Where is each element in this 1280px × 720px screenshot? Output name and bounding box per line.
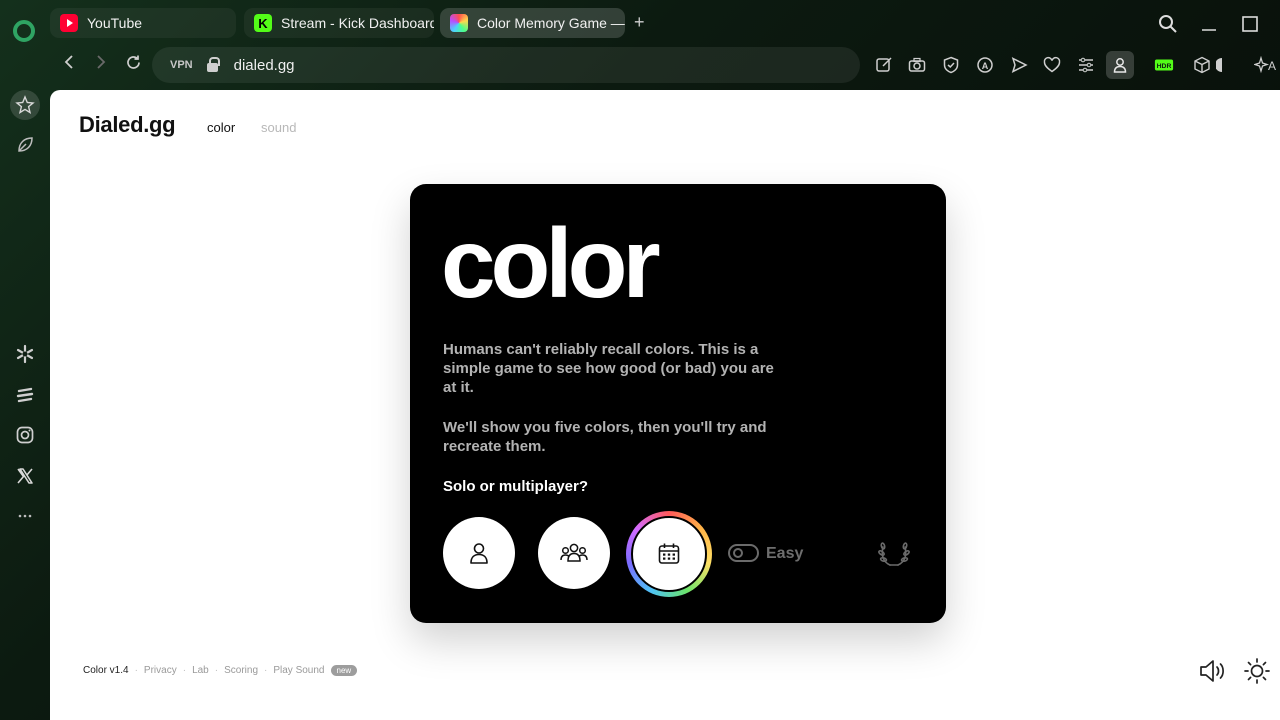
tab-bar: YouTube K Stream - Kick Dashboard Color … bbox=[0, 0, 1280, 46]
speaker-icon[interactable] bbox=[1198, 658, 1228, 684]
nav-link-color[interactable]: color bbox=[207, 120, 235, 135]
svg-text:A: A bbox=[1268, 59, 1276, 73]
camera-icon[interactable] bbox=[907, 55, 927, 75]
daily-mode-button[interactable] bbox=[626, 511, 712, 597]
address-bar[interactable]: VPN dialed.gg bbox=[152, 47, 860, 83]
description-intro: Humans can't reliably recall colors. Thi… bbox=[443, 341, 774, 396]
leaderboard-laurel-icon[interactable] bbox=[878, 540, 910, 568]
profile-icon[interactable] bbox=[1106, 51, 1134, 79]
footer-separator: · bbox=[182, 665, 187, 676]
edit-icon[interactable] bbox=[874, 55, 894, 75]
browser-logo-icon[interactable] bbox=[13, 20, 35, 42]
footer-link-lab[interactable]: Lab bbox=[192, 665, 209, 676]
daily-calendar-icon bbox=[658, 543, 680, 564]
cube-icon[interactable] bbox=[1192, 55, 1212, 75]
url-text[interactable]: dialed.gg bbox=[234, 57, 295, 74]
nav-link-sound[interactable]: sound bbox=[261, 120, 296, 135]
tab-label: Stream - Kick Dashboard bbox=[281, 15, 434, 31]
tab-label: YouTube bbox=[87, 15, 143, 31]
solo-icon bbox=[470, 543, 488, 564]
theme-sun-icon[interactable] bbox=[1243, 657, 1271, 685]
tab-label: Color Memory Game — bbox=[477, 15, 625, 31]
send-icon[interactable] bbox=[1009, 55, 1029, 75]
difficulty-toggle[interactable] bbox=[728, 544, 759, 562]
daily-button-inner bbox=[631, 516, 707, 592]
settings-sliders-icon[interactable] bbox=[1076, 55, 1096, 75]
footer-separator: · bbox=[214, 665, 219, 676]
color-wheel-icon bbox=[450, 14, 468, 32]
version-label: Color v1.4 bbox=[83, 665, 129, 676]
tab-kick-dashboard[interactable]: K Stream - Kick Dashboard bbox=[244, 8, 434, 38]
page-content: Dialed.gg color sound color Humans can't… bbox=[50, 90, 1280, 720]
svg-text:A: A bbox=[982, 61, 989, 71]
heart-icon[interactable] bbox=[1042, 55, 1062, 75]
site-logo[interactable]: Dialed.gg bbox=[79, 112, 176, 138]
shield-icon[interactable] bbox=[941, 55, 961, 75]
x-twitter-icon[interactable] bbox=[11, 462, 39, 490]
new-tab-button[interactable]: + bbox=[634, 12, 645, 33]
leaf-icon[interactable] bbox=[11, 131, 39, 159]
reload-icon[interactable] bbox=[125, 54, 142, 76]
vpn-badge[interactable]: VPN bbox=[170, 59, 193, 71]
maximize-icon[interactable] bbox=[1241, 15, 1259, 38]
footer-link-privacy[interactable]: Privacy bbox=[144, 665, 177, 676]
hdr-badge-icon[interactable]: HDR bbox=[1154, 55, 1174, 75]
card-title: color bbox=[441, 208, 661, 318]
half-moon-icon[interactable] bbox=[1216, 55, 1228, 75]
svg-text:HDR: HDR bbox=[1157, 63, 1172, 70]
footer-separator: · bbox=[264, 665, 268, 676]
kick-icon: K bbox=[254, 14, 272, 32]
forward-icon[interactable] bbox=[94, 54, 108, 75]
description-instructions: We'll show you five colors, then you'll … bbox=[443, 419, 767, 455]
more-icon[interactable] bbox=[11, 502, 39, 530]
game-card: color Humans can't reliably recall color… bbox=[410, 184, 946, 623]
lock-icon[interactable] bbox=[206, 56, 220, 72]
footer: Color v1.4 · Privacy · Lab · Scoring · P… bbox=[83, 665, 358, 676]
tab-youtube[interactable]: YouTube bbox=[50, 8, 236, 38]
difficulty-label[interactable]: Easy bbox=[766, 545, 803, 563]
solo-mode-button[interactable] bbox=[443, 517, 515, 589]
tab-color-memory-game[interactable]: Color Memory Game — bbox=[440, 8, 625, 38]
multiplayer-icon bbox=[560, 543, 588, 562]
youtube-icon bbox=[60, 14, 78, 32]
footer-link-play-sound[interactable]: Play Sound bbox=[273, 665, 324, 676]
search-icon[interactable] bbox=[1158, 14, 1178, 39]
perplexity-asterisk-icon[interactable] bbox=[11, 340, 39, 368]
minimize-icon[interactable] bbox=[1200, 14, 1218, 39]
ai-sparkle-icon[interactable]: A bbox=[1254, 55, 1280, 75]
translate-icon[interactable]: A bbox=[975, 55, 995, 75]
instagram-icon[interactable] bbox=[11, 421, 39, 449]
toggle-knob bbox=[733, 548, 743, 558]
multiplayer-mode-button[interactable] bbox=[538, 517, 610, 589]
footer-link-scoring[interactable]: Scoring bbox=[224, 665, 258, 676]
back-icon[interactable] bbox=[62, 54, 76, 75]
stacks-icon[interactable] bbox=[11, 381, 39, 409]
new-badge: new bbox=[330, 665, 358, 676]
mode-question: Solo or multiplayer? bbox=[443, 478, 589, 495]
footer-separator: · bbox=[134, 665, 138, 676]
speed-dial-icon[interactable] bbox=[10, 90, 40, 120]
